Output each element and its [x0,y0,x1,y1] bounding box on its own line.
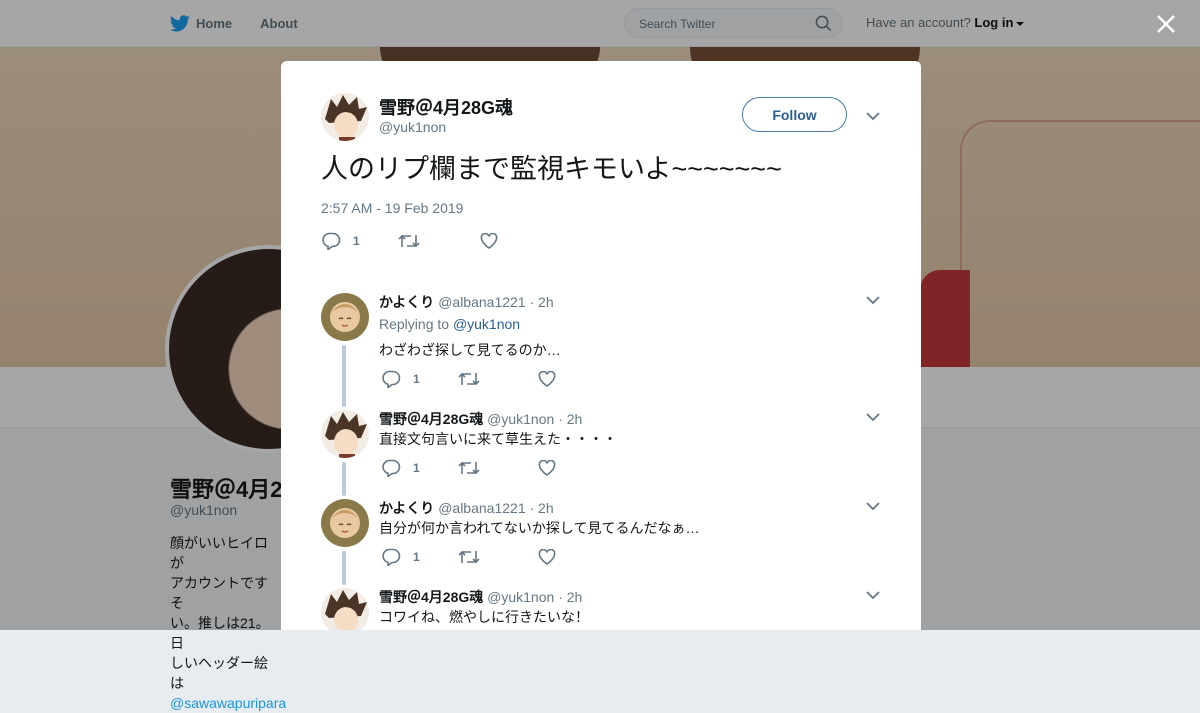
replying-to-mention[interactable]: @yuk1non [453,316,520,332]
reply-header: かよくり @albana1221 · 2h [379,292,554,312]
thread-line [342,345,346,407]
follow-button[interactable]: Follow [742,97,847,132]
reply-text: わざわざ探して見てるのか… [379,342,561,358]
heart-icon [538,549,556,565]
reply-time[interactable]: · 2h [530,294,554,310]
reply-button[interactable]: 1 [321,232,360,250]
tweet-timestamp[interactable]: 2:57 AM - 19 Feb 2019 [321,200,463,216]
retweet-button[interactable] [458,460,480,476]
reply-time[interactable]: · 2h [558,589,582,605]
reply-icon [322,232,341,250]
reply-actions: 1 [381,547,556,567]
reply-header: 雪野＠4月28G魂 @yuk1non · 2h [379,409,582,429]
tweet-modal: 雪野＠4月28G魂 @yuk1non Follow 人のリプ欄まで監視キモいよ~… [281,61,921,630]
chevron-down-icon[interactable] [866,109,880,123]
reply-button[interactable]: 1 [381,370,420,388]
bio-link[interactable]: @sawawapuripara [170,693,286,713]
reply-count: 1 [413,550,420,564]
heart-icon [538,460,556,476]
chevron-down-icon[interactable] [866,293,880,307]
replying-to-prefix: Replying to [379,316,450,332]
heart-icon [480,233,498,249]
reply-author-handle[interactable]: @yuk1non [487,589,554,605]
reply-actions: 1 [381,458,556,478]
reply-count: 1 [413,372,420,386]
reply-author-name[interactable]: 雪野＠4月28G魂 [379,411,483,427]
like-button[interactable] [538,549,556,565]
reply-author-name[interactable]: かよくり [379,500,434,516]
close-icon[interactable] [1154,12,1178,36]
reply-icon [382,370,401,388]
reply-text: 自分が何か言われてないか探して見てるんだなぁ… [379,520,700,536]
author-name[interactable]: 雪野＠4月28G魂 [379,94,513,120]
retweet-icon [398,234,420,248]
reply-icon [382,548,401,566]
like-button[interactable] [538,460,556,476]
chevron-down-icon[interactable] [866,410,880,424]
chevron-down-icon[interactable] [866,499,880,513]
reply-button[interactable]: 1 [381,548,420,566]
reply-avatar[interactable] [321,588,369,630]
reply-icon [382,459,401,477]
bio-line: しいヘッダー絵は [170,655,268,691]
thread-line [342,551,346,585]
reply-time[interactable]: · 2h [530,500,554,516]
heart-icon [538,371,556,387]
reply-count: 1 [413,461,420,475]
retweet-icon [458,550,480,564]
reply-header: かよくり @albana1221 · 2h [379,498,554,518]
chevron-down-icon[interactable] [866,588,880,602]
reply-header: 雪野＠4月28G魂 @yuk1non · 2h [379,587,582,607]
reply-time[interactable]: · 2h [558,411,582,427]
retweet-icon [458,372,480,386]
reply-avatar[interactable] [321,499,369,547]
reply-author-name[interactable]: 雪野＠4月28G魂 [379,589,483,605]
tweet-actions: 1 [321,231,510,251]
author-avatar[interactable] [321,93,369,141]
reply-actions: 1 [381,369,556,389]
tweet-text: 人のリプ欄まで監視キモいよ~~~~~~~ [321,154,782,184]
retweet-icon [458,461,480,475]
like-button[interactable] [480,233,510,249]
retweet-button[interactable] [398,233,432,249]
reply-button[interactable]: 1 [381,459,420,477]
reply-author-name[interactable]: かよくり [379,294,434,310]
reply-avatar[interactable] [321,410,369,458]
reply-text: コワイね、燃やしに行きたいな！ [379,609,589,625]
reply-text: 直接文句言いに来て草生えた・・・・ [379,431,617,447]
reply-count: 1 [353,234,360,248]
retweet-button[interactable] [458,371,480,387]
reply-author-handle[interactable]: @albana1221 [438,500,525,516]
reply-avatar[interactable] [321,293,369,341]
reply-author-handle[interactable]: @yuk1non [487,411,554,427]
author-handle[interactable]: @yuk1non [379,119,446,135]
reply-author-handle[interactable]: @albana1221 [438,294,525,310]
like-button[interactable] [538,371,556,387]
thread-line [342,462,346,496]
replying-to: Replying to @yuk1non [379,316,520,332]
retweet-button[interactable] [458,549,480,565]
